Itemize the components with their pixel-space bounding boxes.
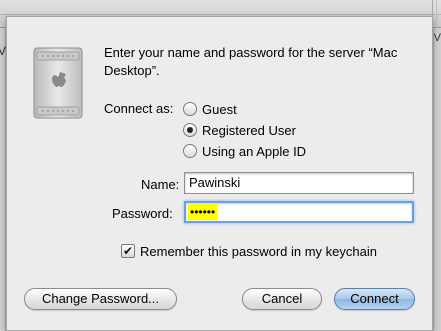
name-field[interactable]: Pawinski bbox=[184, 172, 414, 194]
name-label: Name: bbox=[141, 177, 180, 192]
remember-keychain-checkbox-row[interactable]: ✔ Remember this password in my keychain bbox=[121, 242, 377, 260]
radio-registered-user[interactable]: Registered User bbox=[183, 121, 296, 139]
radio-label-guest: Guest bbox=[202, 101, 237, 117]
connect-as-label: Connect as: bbox=[104, 101, 174, 116]
connect-to-server-dialog: Enter your name and password for the ser… bbox=[6, 16, 433, 331]
background-text-right: V bbox=[433, 32, 441, 44]
cancel-button[interactable]: Cancel bbox=[242, 288, 322, 310]
checkbox-checked-icon[interactable]: ✔ bbox=[121, 244, 135, 258]
password-field[interactable]: •••••• bbox=[184, 201, 414, 223]
radio-label-apple-id: Using an Apple ID bbox=[202, 143, 307, 159]
radio-button-selected[interactable] bbox=[183, 123, 197, 137]
titlebar-separator-2 bbox=[436, 0, 437, 28]
radio-guest[interactable]: Guest bbox=[183, 100, 237, 118]
password-label: Password: bbox=[112, 206, 173, 221]
change-password-button[interactable]: Change Password... bbox=[24, 288, 177, 310]
name-value: Pawinski bbox=[189, 175, 241, 190]
dialog-message: Enter your name and password for the ser… bbox=[104, 45, 398, 78]
background-window-right: V bbox=[433, 28, 441, 331]
radio-button[interactable] bbox=[183, 144, 197, 158]
remember-keychain-label: Remember this password in my keychain bbox=[140, 243, 377, 259]
radio-label-registered-user: Registered User bbox=[202, 122, 296, 138]
password-value: •••••• bbox=[188, 204, 218, 220]
connect-button[interactable]: Connect bbox=[334, 288, 415, 310]
radio-apple-id[interactable]: Using an Apple ID bbox=[183, 142, 306, 160]
mac-pro-icon bbox=[31, 47, 85, 119]
radio-button[interactable] bbox=[183, 102, 197, 116]
titlebar-divider bbox=[0, 14, 441, 15]
